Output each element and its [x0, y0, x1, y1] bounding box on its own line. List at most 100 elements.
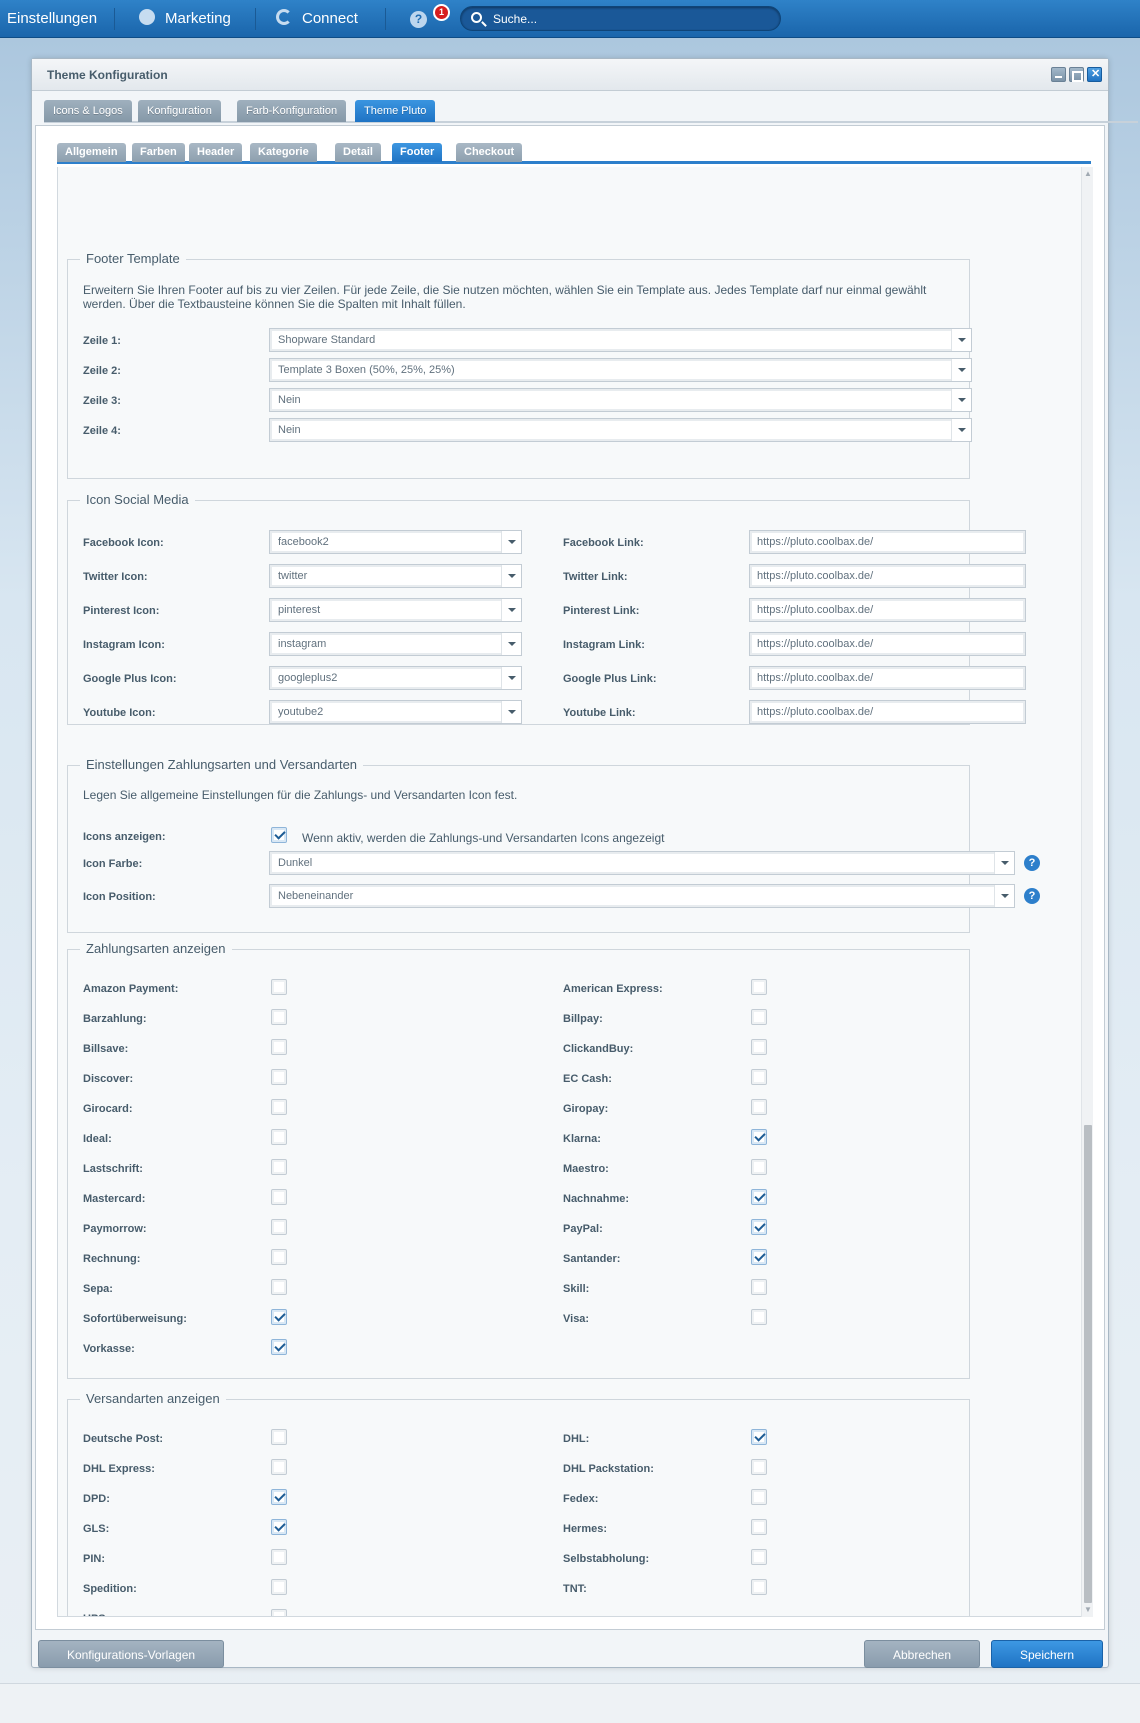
chevron-down-icon[interactable] [501, 599, 521, 621]
chevron-down-icon[interactable] [501, 667, 521, 689]
googleplus-icon-select[interactable]: googleplus2 [269, 666, 522, 690]
tab-farb-konfiguration[interactable]: Farb-Konfiguration [237, 100, 347, 122]
chevron-down-icon[interactable] [951, 419, 971, 441]
scroll-up-icon[interactable]: ▲ [1083, 169, 1093, 179]
checkbox[interactable] [271, 1309, 287, 1325]
instagram-icon-select[interactable]: instagram [269, 632, 522, 656]
facebook-link-input[interactable]: https://pluto.coolbax.de/ [749, 530, 1026, 554]
checkbox[interactable] [751, 1489, 767, 1505]
instagram-link-input[interactable]: https://pluto.coolbax.de/ [749, 632, 1026, 656]
chevron-down-icon[interactable] [994, 885, 1014, 907]
checkbox[interactable] [751, 1039, 767, 1055]
zeile-3-select[interactable]: Nein [269, 388, 972, 412]
checkbox[interactable] [271, 1459, 287, 1475]
checkbox[interactable] [751, 1429, 767, 1445]
googleplus-link-input[interactable]: https://pluto.coolbax.de/ [749, 666, 1026, 690]
checkbox[interactable] [271, 1189, 287, 1205]
checkbox[interactable] [751, 1099, 767, 1115]
tab-konfiguration[interactable]: Konfiguration [138, 100, 221, 122]
chevron-down-icon[interactable] [951, 389, 971, 411]
checkbox[interactable] [751, 1579, 767, 1595]
checkbox[interactable] [271, 1249, 287, 1265]
checkbox[interactable] [271, 1069, 287, 1085]
search-input[interactable] [493, 10, 763, 28]
icon-position-select[interactable]: Nebeneinander [269, 884, 1015, 908]
save-button[interactable]: Speichern [991, 1640, 1103, 1668]
checkbox[interactable] [271, 1339, 287, 1355]
tab-theme-pluto[interactable]: Theme Pluto [355, 100, 436, 122]
scrollbar-thumb[interactable] [1084, 1125, 1092, 1603]
chevron-down-icon[interactable] [994, 852, 1014, 874]
checkbox[interactable] [271, 1489, 287, 1505]
search-box[interactable] [460, 6, 781, 31]
close-icon[interactable] [1087, 67, 1102, 82]
checkbox[interactable] [271, 1159, 287, 1175]
checkbox[interactable] [271, 1279, 287, 1295]
pinterest-link-input[interactable]: https://pluto.coolbax.de/ [749, 598, 1026, 622]
minimize-icon[interactable] [1051, 67, 1066, 82]
checkbox[interactable] [751, 1279, 767, 1295]
checkbox[interactable] [271, 1609, 287, 1616]
tab-allgemein[interactable]: Allgemein [57, 143, 126, 162]
chevron-down-icon[interactable] [951, 359, 971, 381]
help-icon[interactable]: ? [1024, 888, 1040, 904]
checkbox-label: ClickandBuy: [563, 1043, 634, 1055]
tab-kategorie[interactable]: Kategorie [250, 143, 317, 162]
zeile-2-select[interactable]: Template 3 Boxen (50%, 25%, 25%) [269, 358, 972, 382]
checkbox[interactable] [751, 1519, 767, 1535]
menu-settings[interactable]: Einstellungen [7, 0, 97, 38]
checkbox[interactable] [751, 1219, 767, 1235]
konfigurations-vorlagen-button[interactable]: Konfigurations-Vorlagen [38, 1640, 224, 1668]
icons-anzeigen-checkbox[interactable] [271, 827, 287, 843]
chevron-down-icon[interactable] [501, 565, 521, 587]
checkbox[interactable] [751, 1159, 767, 1175]
checkbox[interactable] [271, 1429, 287, 1445]
checkbox[interactable] [751, 1459, 767, 1475]
menu-marketing[interactable]: Marketing [139, 0, 231, 38]
checkbox[interactable] [271, 1039, 287, 1055]
help-icon[interactable]: ? [410, 11, 427, 28]
pinterest-icon-select[interactable]: pinterest [269, 598, 522, 622]
help-icon[interactable]: ? [1024, 855, 1040, 871]
tab-icons-logos[interactable]: Icons & Logos [44, 100, 132, 122]
tab-header[interactable]: Header [189, 143, 243, 162]
cancel-button[interactable]: Abbrechen [864, 1640, 980, 1668]
chevron-down-icon[interactable] [501, 701, 521, 723]
youtube-link-input[interactable]: https://pluto.coolbax.de/ [749, 700, 1026, 724]
zeile-4-select[interactable]: Nein [269, 418, 972, 442]
checkbox[interactable] [751, 1309, 767, 1325]
checkbox[interactable] [751, 1129, 767, 1145]
facebook-icon-select[interactable]: facebook2 [269, 530, 522, 554]
checkbox[interactable] [271, 1219, 287, 1235]
icon-farbe-select[interactable]: Dunkel [269, 851, 1015, 875]
checkbox[interactable] [751, 1009, 767, 1025]
chevron-down-icon[interactable] [951, 329, 971, 351]
tab-farben[interactable]: Farben [132, 143, 185, 162]
tab-footer[interactable]: Footer [392, 143, 443, 162]
twitter-link-input[interactable]: https://pluto.coolbax.de/ [749, 564, 1026, 588]
twitter-icon-select[interactable]: twitter [269, 564, 522, 588]
checkbox[interactable] [271, 979, 287, 995]
checkbox[interactable] [751, 979, 767, 995]
checkbox[interactable] [271, 1549, 287, 1565]
tab-detail[interactable]: Detail [335, 143, 381, 162]
youtube-icon-select[interactable]: youtube2 [269, 700, 522, 724]
maximize-icon[interactable] [1069, 67, 1084, 82]
checkbox[interactable] [271, 1009, 287, 1025]
checkbox[interactable] [271, 1099, 287, 1115]
tab-checkout[interactable]: Checkout [456, 143, 523, 162]
chevron-down-icon[interactable] [501, 531, 521, 553]
checkbox[interactable] [271, 1129, 287, 1145]
scroll-down-icon[interactable]: ▼ [1083, 1605, 1093, 1615]
chevron-down-icon[interactable] [501, 633, 521, 655]
menu-connect[interactable]: Connect [276, 0, 358, 38]
scrollbar[interactable]: ▲ ▼ [1081, 167, 1093, 1617]
checkbox[interactable] [751, 1549, 767, 1565]
zeile-1-select[interactable]: Shopware Standard [269, 328, 972, 352]
checkbox[interactable] [751, 1249, 767, 1265]
checkbox[interactable] [751, 1189, 767, 1205]
checkbox[interactable] [271, 1579, 287, 1595]
checkbox[interactable] [271, 1519, 287, 1535]
notification-badge[interactable]: 1 [433, 4, 450, 21]
checkbox[interactable] [751, 1069, 767, 1085]
